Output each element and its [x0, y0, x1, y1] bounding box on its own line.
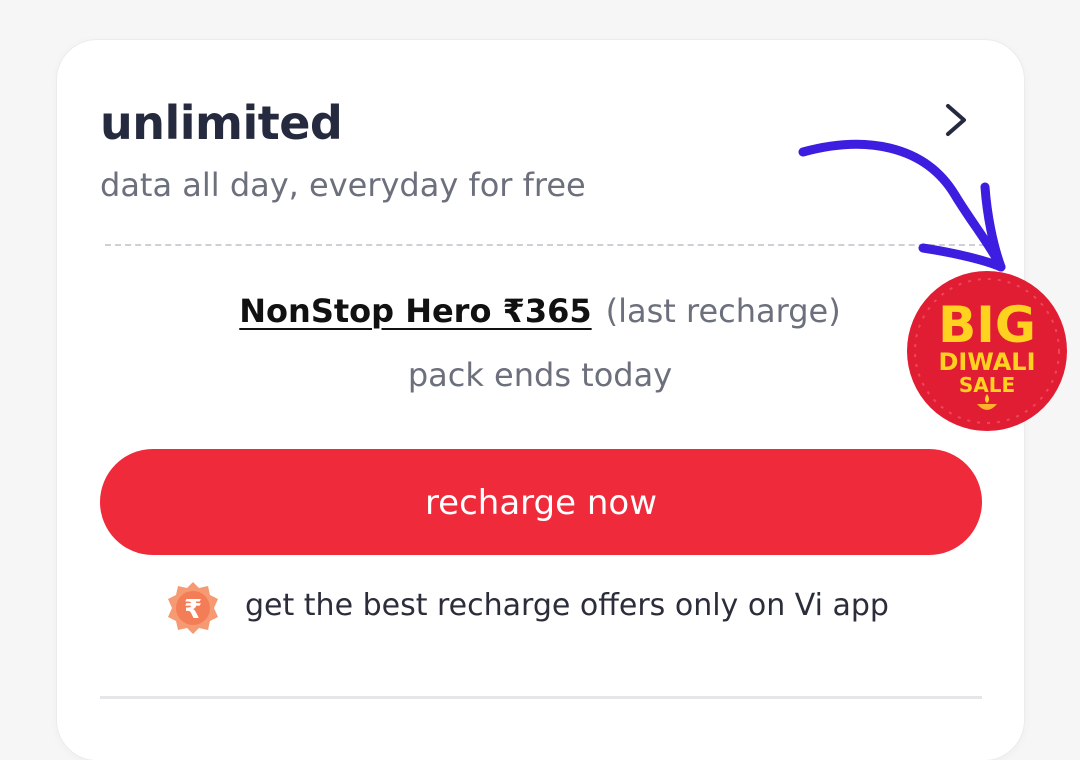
pack-name-link[interactable]: NonStop Hero ₹365	[239, 292, 591, 330]
badge-line-sale: SALE	[959, 373, 1015, 397]
offer-text: get the best recharge offers only on Vi …	[245, 588, 889, 623]
recharge-now-button[interactable]: recharge now	[100, 449, 982, 555]
annotation-arrow-icon	[798, 139, 1006, 272]
badge-line-big: BIG	[938, 296, 1036, 354]
rupee-badge-icon: ₹	[168, 582, 218, 634]
svg-text:₹: ₹	[184, 595, 202, 625]
chevron-right-icon[interactable]	[940, 100, 972, 140]
plan-title: unlimited	[100, 96, 343, 150]
last-recharge-note: (last recharge)	[605, 292, 841, 330]
section-divider	[100, 696, 982, 699]
big-diwali-sale-badge[interactable]: BIG DIWALI SALE	[905, 270, 1069, 432]
plan-subtitle: data all day, everyday for free	[100, 166, 586, 204]
badge-line-diwali: DIWALI	[938, 348, 1035, 376]
